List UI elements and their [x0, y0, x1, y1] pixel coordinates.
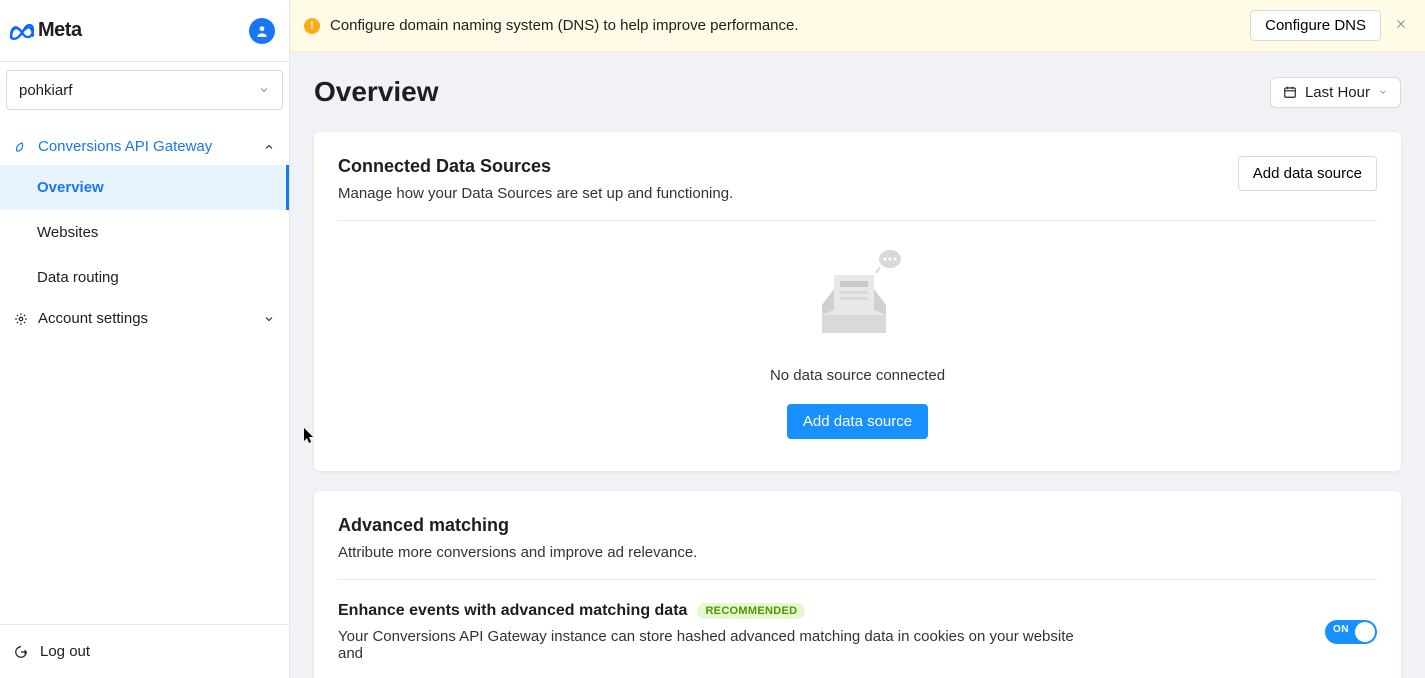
close-icon: [1395, 18, 1407, 30]
feature-description: Your Conversions API Gateway instance ca…: [338, 628, 1078, 662]
page-title: Overview: [314, 76, 439, 108]
brand-name: Meta: [38, 19, 82, 42]
nav-group-account-settings[interactable]: Account settings: [0, 300, 289, 337]
empty-inbox-icon: [808, 247, 908, 347]
nav-item-data-routing[interactable]: Data routing: [0, 255, 289, 300]
brand-logo[interactable]: Meta: [8, 19, 82, 42]
nav-item-websites[interactable]: Websites: [0, 210, 289, 255]
logout-icon: [14, 645, 28, 659]
toggle-knob: [1355, 622, 1375, 642]
card-title: Connected Data Sources: [338, 156, 733, 177]
advanced-matching-card: Advanced matching Attribute more convers…: [314, 491, 1401, 678]
card-title: Advanced matching: [338, 515, 1377, 536]
empty-state: No data source connected Add data source: [338, 239, 1377, 447]
nav-group-label: Conversions API Gateway: [38, 138, 212, 155]
card-subtitle: Attribute more conversions and improve a…: [338, 544, 1377, 561]
gear-icon: [14, 312, 28, 326]
chevron-down-icon: [1378, 87, 1388, 97]
recommended-badge: RECOMMENDED: [697, 603, 805, 619]
empty-state-text: No data source connected: [770, 367, 945, 384]
dns-banner: ! Configure domain naming system (DNS) t…: [290, 0, 1425, 52]
sidebar: Meta pohkiarf Co: [0, 0, 289, 678]
rocket-icon: [14, 140, 28, 154]
warning-icon: !: [304, 18, 320, 34]
banner-close-button[interactable]: [1391, 14, 1411, 38]
sidebar-header: Meta: [0, 0, 289, 62]
time-range-selector[interactable]: Last Hour: [1270, 77, 1401, 108]
logout-label: Log out: [40, 643, 90, 660]
nav-group-label: Account settings: [38, 310, 148, 327]
logout-button[interactable]: Log out: [0, 625, 289, 678]
chevron-down-icon: [263, 313, 275, 325]
advanced-matching-toggle[interactable]: ON: [1325, 620, 1377, 644]
sidebar-nav: Conversions API Gateway Overview Website…: [0, 114, 289, 624]
nav-item-overview[interactable]: Overview: [0, 165, 289, 210]
connected-data-sources-card: Connected Data Sources Manage how your D…: [314, 132, 1401, 471]
user-icon: [255, 24, 269, 38]
nav-group-conversions-api[interactable]: Conversions API Gateway: [0, 128, 289, 165]
toggle-state-label: ON: [1333, 624, 1349, 635]
main-content: ! Configure domain naming system (DNS) t…: [289, 0, 1425, 678]
account-selector[interactable]: pohkiarf: [6, 70, 283, 110]
chevron-up-icon: [263, 141, 275, 153]
user-avatar[interactable]: [249, 18, 275, 44]
banner-text: Configure domain naming system (DNS) to …: [330, 17, 1240, 34]
add-data-source-button[interactable]: Add data source: [1238, 156, 1377, 191]
chevron-down-icon: [258, 84, 270, 96]
time-range-label: Last Hour: [1305, 84, 1370, 101]
add-data-source-primary-button[interactable]: Add data source: [787, 404, 928, 439]
feature-title: Enhance events with advanced matching da…: [338, 602, 687, 620]
meta-logo-icon: [8, 21, 36, 41]
card-subtitle: Manage how your Data Sources are set up …: [338, 185, 733, 202]
configure-dns-button[interactable]: Configure DNS: [1250, 10, 1381, 41]
account-selected-label: pohkiarf: [19, 82, 72, 99]
calendar-icon: [1283, 85, 1297, 99]
